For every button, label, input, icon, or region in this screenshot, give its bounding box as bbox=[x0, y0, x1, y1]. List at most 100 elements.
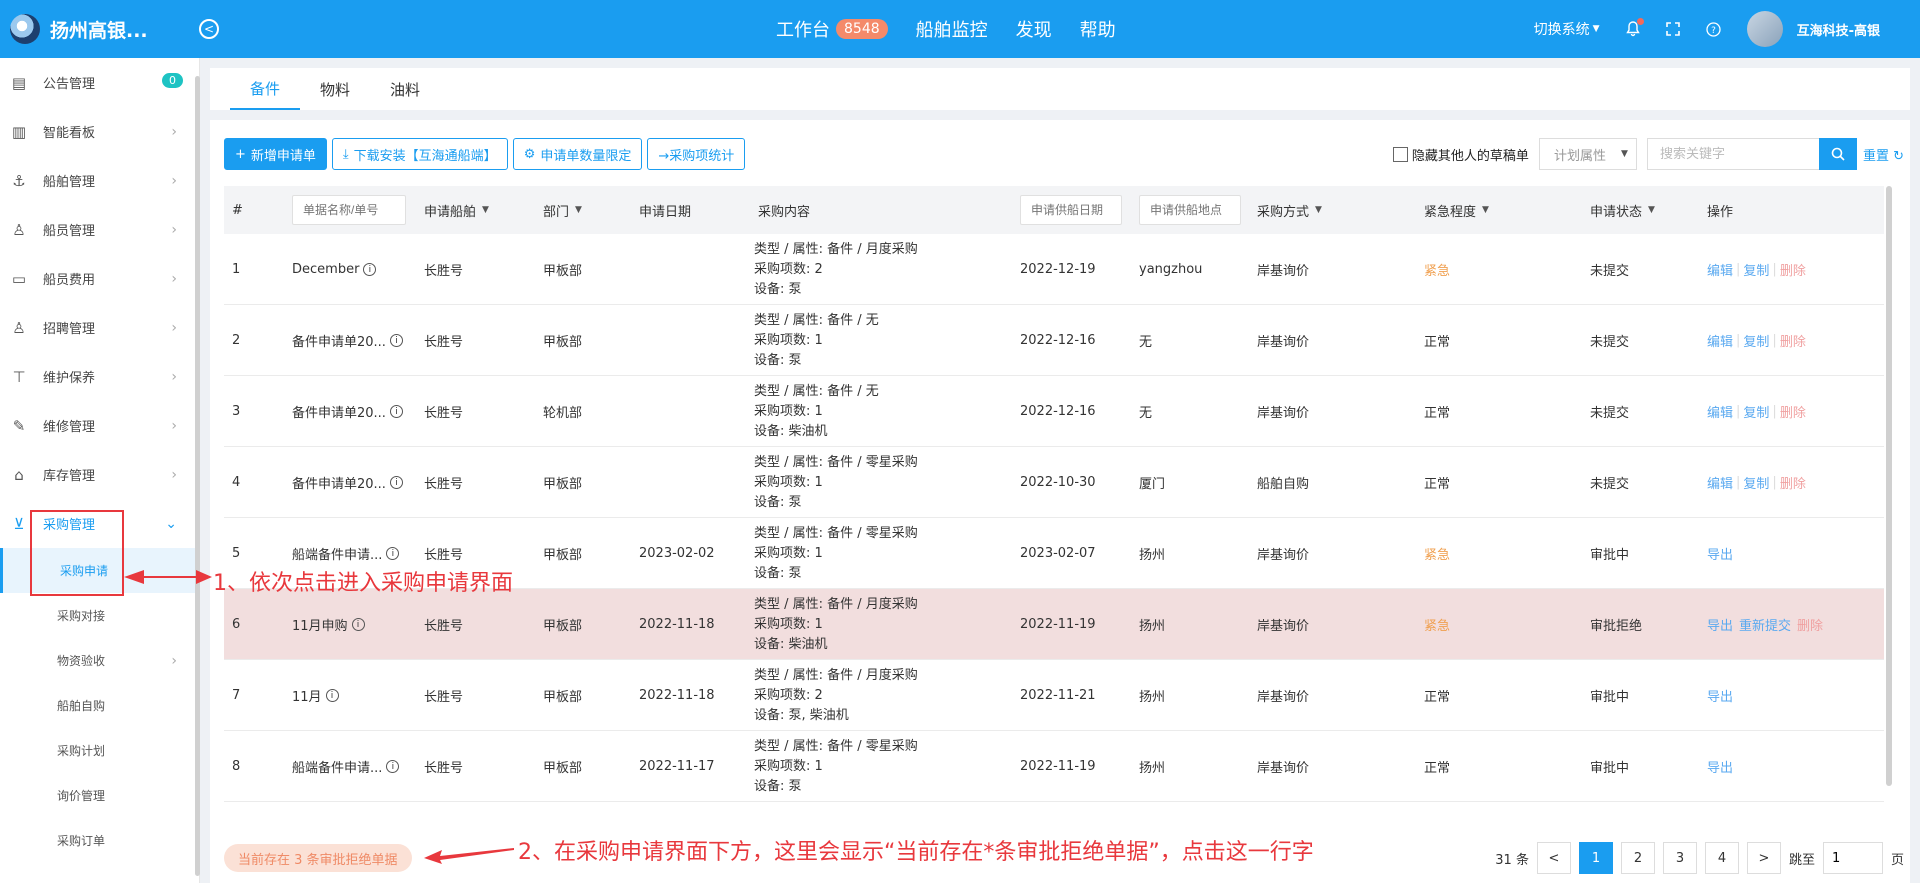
supply-date-filter-input[interactable] bbox=[1020, 195, 1122, 225]
delete-link[interactable]: 删除 bbox=[1780, 402, 1806, 421]
sidebar-item-notice[interactable]: ▤ 公告管理 0 bbox=[0, 58, 199, 107]
info-icon[interactable]: i bbox=[351, 618, 365, 631]
export-link[interactable]: 导出 bbox=[1707, 757, 1733, 776]
sidebar-item-maintenance[interactable]: ⊤ 维护保养 › bbox=[0, 352, 199, 401]
brand[interactable]: 扬州高银... bbox=[0, 0, 200, 58]
info-icon[interactable]: i bbox=[386, 760, 400, 773]
reject-notice-link[interactable]: 当前存在 3 条审批拒绝单据 bbox=[224, 844, 412, 872]
table-row[interactable]: 8 船端备件申请... i 长胜号 甲板部 2022-11-17 类型 / 属性: 备件 /… bbox=[224, 731, 1884, 802]
sidebar-item-dashboard[interactable]: ▥ 智能看板 › bbox=[0, 107, 199, 156]
delete-link[interactable]: 删除 bbox=[1780, 260, 1806, 279]
resubmit-link[interactable]: 重新提交 bbox=[1739, 615, 1791, 634]
table-row[interactable]: 1 December i 长胜号 甲板部 类型 / 属性: 备件 / 月度采购 采购项数: … bbox=[224, 234, 1884, 305]
name-filter-input[interactable] bbox=[292, 195, 406, 225]
plan-attr-select[interactable]: 计划属性 ▼ bbox=[1538, 138, 1637, 170]
request-name[interactable]: 船端备件申请... bbox=[292, 544, 382, 563]
sidebar-sub-acceptance[interactable]: 物资验收 › bbox=[0, 638, 199, 683]
copy-link[interactable]: 复制 bbox=[1743, 402, 1769, 421]
edit-link[interactable]: 编辑 bbox=[1707, 260, 1733, 279]
nav-discover[interactable]: 发现 bbox=[1016, 16, 1052, 42]
copy-link[interactable]: 复制 bbox=[1743, 260, 1769, 279]
fullscreen-icon[interactable] bbox=[1665, 22, 1680, 36]
table-row[interactable]: 7 11月 i 长胜号 甲板部 2022-11-18 类型 / 属性: 备件 / 月度采购采… bbox=[224, 660, 1884, 731]
export-link[interactable]: 导出 bbox=[1707, 686, 1733, 705]
cell-supply-date: 2022-11-19 bbox=[1020, 759, 1096, 774]
th-dept[interactable]: 部门 ▼ bbox=[543, 186, 582, 234]
jump-page-input[interactable] bbox=[1822, 842, 1883, 874]
info-icon[interactable]: i bbox=[389, 334, 403, 347]
table-scrollbar[interactable] bbox=[1886, 186, 1892, 786]
th-ship[interactable]: 申请船舶 ▼ bbox=[424, 186, 489, 234]
sidebar-sub-purchase-plan[interactable]: 采购计划 bbox=[0, 728, 199, 773]
th-urgency[interactable]: 紧急程度 ▼ bbox=[1424, 186, 1489, 234]
table-row[interactable]: 4 备件申请单20... i 长胜号 甲板部 类型 / 属性: 备件 / 零星采购 采购项数… bbox=[224, 447, 1884, 518]
switch-system-dropdown[interactable]: 切换系统 ▼ bbox=[1534, 19, 1600, 39]
user-menu[interactable]: 互海科技-高银 bbox=[1746, 11, 1880, 47]
info-icon[interactable]: i bbox=[363, 263, 377, 276]
nav-help[interactable]: 帮助 bbox=[1080, 16, 1116, 42]
cell-ops: 导出 bbox=[1707, 731, 1733, 802]
cell-status: 未提交 bbox=[1590, 477, 1630, 492]
export-link[interactable]: 导出 bbox=[1707, 615, 1733, 634]
new-request-button[interactable]: + 新增申请单 bbox=[224, 138, 327, 170]
nav-workbench[interactable]: 工作台 8548 bbox=[776, 16, 888, 42]
info-icon[interactable]: i bbox=[386, 547, 400, 560]
copy-link[interactable]: 复制 bbox=[1743, 331, 1769, 350]
delete-link[interactable]: 删除 bbox=[1780, 473, 1806, 492]
sidebar-item-inventory[interactable]: ⌂ 库存管理 › bbox=[0, 450, 199, 499]
sidebar-sub-orders[interactable]: 采购订单 bbox=[0, 818, 199, 863]
hide-drafts-checkbox[interactable] bbox=[1392, 146, 1408, 162]
tab-materials[interactable]: 物料 bbox=[300, 68, 370, 110]
edit-link[interactable]: 编辑 bbox=[1707, 331, 1733, 350]
stats-button[interactable]: →采购项统计 bbox=[647, 138, 746, 170]
sidebar-scrollbar[interactable] bbox=[195, 76, 200, 876]
help-icon[interactable]: ? bbox=[1705, 21, 1721, 37]
table-row[interactable]: 2 备件申请单20... i 长胜号 甲板部 类型 / 属性: 备件 / 无采购项数: 1… bbox=[224, 305, 1884, 376]
page-button[interactable]: 2 bbox=[1620, 842, 1655, 874]
sidebar-item-crew-cost[interactable]: ▭ 船员费用 › bbox=[0, 254, 199, 303]
info-icon[interactable]: i bbox=[389, 405, 403, 418]
request-name[interactable]: 11月 bbox=[292, 686, 322, 705]
delete-link[interactable]: 删除 bbox=[1780, 331, 1806, 350]
page-button[interactable]: 4 bbox=[1704, 842, 1739, 874]
tab-spare-parts[interactable]: 备件 bbox=[230, 68, 301, 110]
th-method[interactable]: 采购方式 ▼ bbox=[1257, 186, 1322, 234]
info-icon[interactable]: i bbox=[389, 476, 403, 489]
bell-icon[interactable] bbox=[1625, 18, 1644, 37]
collapse-sidebar-icon[interactable]: < bbox=[199, 19, 219, 39]
next-page-button[interactable]: > bbox=[1746, 842, 1781, 874]
search-button[interactable] bbox=[1818, 138, 1857, 170]
sidebar-sub-inquiry[interactable]: 询价管理 bbox=[0, 773, 199, 818]
sidebar-item-crew[interactable]: ♙ 船员管理 › bbox=[0, 205, 199, 254]
delete-link[interactable]: 删除 bbox=[1797, 615, 1823, 634]
reset-button[interactable]: 重置 ↻ bbox=[1863, 145, 1904, 164]
info-icon[interactable]: i bbox=[325, 689, 339, 702]
search-input[interactable] bbox=[1646, 138, 1819, 170]
download-button[interactable]: ⤓ 下载安装【互海通船端】 bbox=[331, 138, 508, 170]
copy-link[interactable]: 复制 bbox=[1743, 473, 1769, 492]
sidebar-item-repair[interactable]: ✎ 维修管理 › bbox=[0, 401, 199, 450]
request-name[interactable]: 备件申请单20... bbox=[292, 331, 386, 350]
request-name[interactable]: December bbox=[292, 262, 359, 277]
sidebar-sub-self-purchase[interactable]: 船舶自购 bbox=[0, 683, 199, 728]
sidebar-sub-purchase-docking[interactable]: 采购对接 bbox=[0, 593, 199, 638]
table-row[interactable]: 3 备件申请单20... i 长胜号 轮机部 类型 / 属性: 备件 / 无采购项数: 1… bbox=[224, 376, 1884, 447]
nav-ship-monitor[interactable]: 船舶监控 bbox=[916, 16, 988, 42]
export-link[interactable]: 导出 bbox=[1707, 544, 1733, 563]
edit-link[interactable]: 编辑 bbox=[1707, 473, 1733, 492]
prev-page-button[interactable]: < bbox=[1536, 842, 1571, 874]
request-name[interactable]: 备件申请单20... bbox=[292, 402, 386, 421]
tab-oil[interactable]: 油料 bbox=[370, 68, 440, 110]
supply-place-filter-input[interactable] bbox=[1139, 195, 1241, 225]
page-button[interactable]: 1 bbox=[1578, 842, 1613, 874]
th-status[interactable]: 申请状态 ▼ bbox=[1590, 186, 1655, 234]
sidebar-item-ship[interactable]: ⚓ 船舶管理 › bbox=[0, 156, 199, 205]
edit-link[interactable]: 编辑 bbox=[1707, 402, 1733, 421]
request-name[interactable]: 船端备件申请... bbox=[292, 757, 382, 776]
request-name[interactable]: 备件申请单20... bbox=[292, 473, 386, 492]
page-button[interactable]: 3 bbox=[1662, 842, 1697, 874]
table-row[interactable]: 6 11月申购 i 长胜号 甲板部 2022-11-18 类型 / 属性: 备件 / 月度采… bbox=[224, 589, 1884, 660]
sidebar-item-recruit[interactable]: ♙ 招聘管理 › bbox=[0, 303, 199, 352]
limit-button[interactable]: ⚙ 申请单数量限定 bbox=[512, 138, 643, 170]
request-name[interactable]: 11月申购 bbox=[292, 615, 348, 634]
